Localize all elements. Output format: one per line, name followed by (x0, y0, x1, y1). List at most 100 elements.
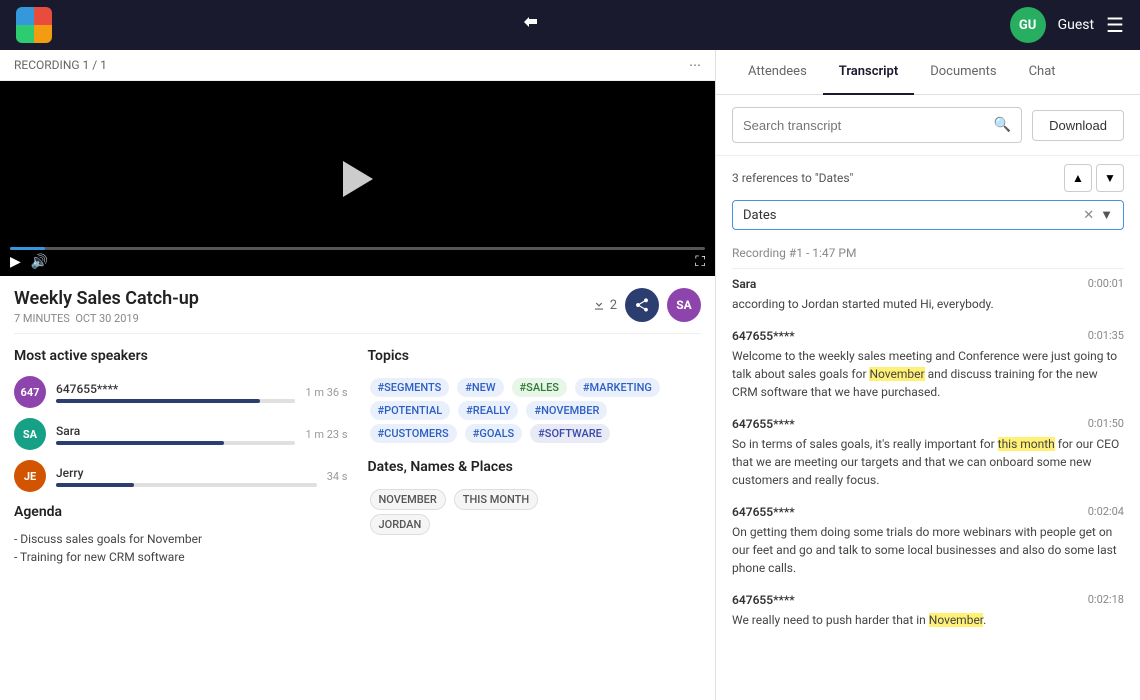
transcript-speaker: Sara (732, 277, 756, 291)
transcript-text: So in terms of sales goals, it's really … (732, 435, 1124, 489)
speaker-item: 647 647655**** 1 m 36 s (14, 376, 348, 408)
topic-tag[interactable]: #MARKETING (575, 378, 660, 397)
speaker-avatar-647: 647 (14, 376, 46, 408)
recording-label: Recording #1 - 1:47 PM (732, 238, 1124, 269)
date-tag[interactable]: NOVEMBER (370, 489, 446, 510)
play-button[interactable] (343, 161, 373, 197)
transcript-time: 0:00:01 (1088, 277, 1124, 291)
transcript-time: 0:01:50 (1088, 417, 1124, 431)
speaker-info-647: 647655**** (56, 382, 295, 403)
filter-expand-icon[interactable]: ▼ (1100, 207, 1113, 223)
topic-tag[interactable]: #SALES (512, 378, 567, 397)
progress-track[interactable] (10, 247, 705, 250)
speaker-time: 34 s (327, 470, 348, 483)
video-player: ▶ 🔊 ⛶ (0, 81, 715, 276)
transcript-text: according to Jordan started muted Hi, ev… (732, 295, 1124, 313)
tab-attendees[interactable]: Attendees (732, 50, 823, 95)
topic-tag[interactable]: #POTENTIAL (370, 401, 451, 420)
topic-tag[interactable]: #NEW (457, 378, 503, 397)
hamburger-menu-icon[interactable]: ☰ (1106, 13, 1124, 37)
main-container: RECORDING 1 / 1 ⋯ ▶ 🔊 ⛶ Weekly Sales Cat… (0, 50, 1140, 700)
volume-icon[interactable]: 🔊 (31, 254, 48, 270)
nav-arrows: ▲ ▼ (1064, 164, 1124, 192)
agenda-item: - Training for new CRM software (14, 550, 348, 564)
left-panel: RECORDING 1 / 1 ⋯ ▶ 🔊 ⛶ Weekly Sales Cat… (0, 50, 716, 700)
speaker-item: JE Jerry 34 s (14, 460, 348, 492)
transcript-time: 0:01:35 (1088, 329, 1124, 343)
speaker-time: 1 m 36 s (305, 386, 347, 399)
highlight-november-2: November (929, 613, 983, 627)
speaker-info-sara: Sara (56, 424, 295, 445)
topic-tag[interactable]: #NOVEMBER (526, 401, 607, 420)
play-control-icon[interactable]: ▶ (10, 254, 21, 270)
filter-dropdown[interactable]: Dates ✕ ▼ (732, 200, 1124, 230)
topic-tag[interactable]: #REALLY (458, 401, 518, 420)
right-column: Topics #SEGMENTS #NEW #SALES #MARKETING … (368, 348, 702, 568)
content-grid: Most active speakers 647 647655**** 1 m … (0, 334, 715, 582)
login-icon[interactable] (519, 10, 543, 40)
references-bar: 3 references to "Dates" ▲ ▼ (716, 156, 1140, 200)
transcript-text: On getting them doing some trials do mor… (732, 523, 1124, 577)
topic-tag[interactable]: #SOFTWARE (530, 424, 610, 443)
transcript-text: We really need to push harder that in No… (732, 611, 1124, 629)
share-button[interactable] (625, 288, 659, 322)
transcript-content: Recording #1 - 1:47 PM Sara 0:00:01 acco… (716, 238, 1140, 700)
tab-bar: Attendees Transcript Documents Chat (716, 50, 1140, 95)
prev-reference-button[interactable]: ▲ (1064, 164, 1092, 192)
next-reference-button[interactable]: ▼ (1096, 164, 1124, 192)
topic-tag[interactable]: #CUSTOMERS (370, 424, 457, 443)
recording-label: RECORDING 1 / 1 (14, 58, 107, 72)
transcript-time: 0:02:18 (1088, 593, 1124, 607)
tab-chat[interactable]: Chat (1013, 50, 1072, 95)
top-nav: GU Guest ☰ (0, 0, 1140, 50)
meeting-actions: 2 SA (592, 288, 701, 322)
user-avatar[interactable]: GU (1010, 7, 1046, 43)
meeting-title: Weekly Sales Catch-up (14, 288, 199, 309)
app-logo (16, 7, 52, 43)
filter-value: Dates (743, 208, 1083, 223)
speaker-avatar-sara: SA (14, 418, 46, 450)
transcript-text: Welcome to the weekly sales meeting and … (732, 347, 1124, 401)
topics-tags: #SEGMENTS #NEW #SALES #MARKETING #POTENT… (368, 376, 702, 445)
transcript-speaker: 647655**** (732, 593, 795, 607)
transcript-speaker: 647655**** (732, 417, 795, 431)
speaker-name: 647655**** (56, 382, 295, 396)
topic-tag[interactable]: #SEGMENTS (370, 378, 450, 397)
highlight-this-month: this month (998, 437, 1055, 451)
more-options-icon[interactable]: ⋯ (689, 58, 701, 72)
speaker-avatar-jerry: JE (14, 460, 46, 492)
speaker-item: SA Sara 1 m 23 s (14, 418, 348, 450)
date-tag[interactable]: JORDAN (370, 514, 431, 535)
speaker-info-jerry: Jerry (56, 466, 317, 487)
meeting-info: Weekly Sales Catch-up 7 MINUTES OCT 30 2… (0, 276, 715, 333)
transcript-entry: 647655**** 0:02:18 We really need to pus… (732, 593, 1124, 629)
fullscreen-icon[interactable]: ⛶ (695, 254, 705, 270)
highlight-november: November (869, 367, 924, 381)
video-controls: ▶ 🔊 ⛶ (0, 241, 715, 276)
agenda-item: - Discuss sales goals for November (14, 532, 348, 546)
date-tag[interactable]: THIS MONTH (454, 489, 538, 510)
nav-right: GU Guest ☰ (1010, 7, 1124, 43)
transcript-entry: 647655**** 0:01:50 So in terms of sales … (732, 417, 1124, 489)
download-badge[interactable]: 2 (592, 298, 617, 313)
transcript-entry: 647655**** 0:02:04 On getting them doing… (732, 505, 1124, 577)
meeting-meta: 7 MINUTES OCT 30 2019 (14, 312, 199, 325)
left-column: Most active speakers 647 647655**** 1 m … (14, 348, 348, 568)
download-button[interactable]: Download (1032, 110, 1124, 141)
dates-title: Dates, Names & Places (368, 459, 702, 475)
filter-clear-icon[interactable]: ✕ (1083, 208, 1094, 223)
tab-documents[interactable]: Documents (914, 50, 1012, 95)
tab-transcript[interactable]: Transcript (823, 50, 914, 95)
search-input[interactable] (743, 118, 994, 133)
transcript-entry: 647655**** 0:01:35 Welcome to the weekly… (732, 329, 1124, 401)
topics-title: Topics (368, 348, 702, 364)
topic-tag[interactable]: #GOALS (465, 424, 523, 443)
transcript-speaker: 647655**** (732, 329, 795, 343)
guest-label: Guest (1058, 17, 1094, 33)
search-icon: 🔍 (994, 117, 1011, 133)
references-text: 3 references to "Dates" (732, 171, 853, 185)
speaker-time: 1 m 23 s (305, 428, 347, 441)
progress-fill (10, 247, 45, 250)
transcript-panel: Attendees Transcript Documents Chat 🔍 Do… (716, 50, 1140, 700)
search-box: 🔍 (732, 107, 1022, 143)
